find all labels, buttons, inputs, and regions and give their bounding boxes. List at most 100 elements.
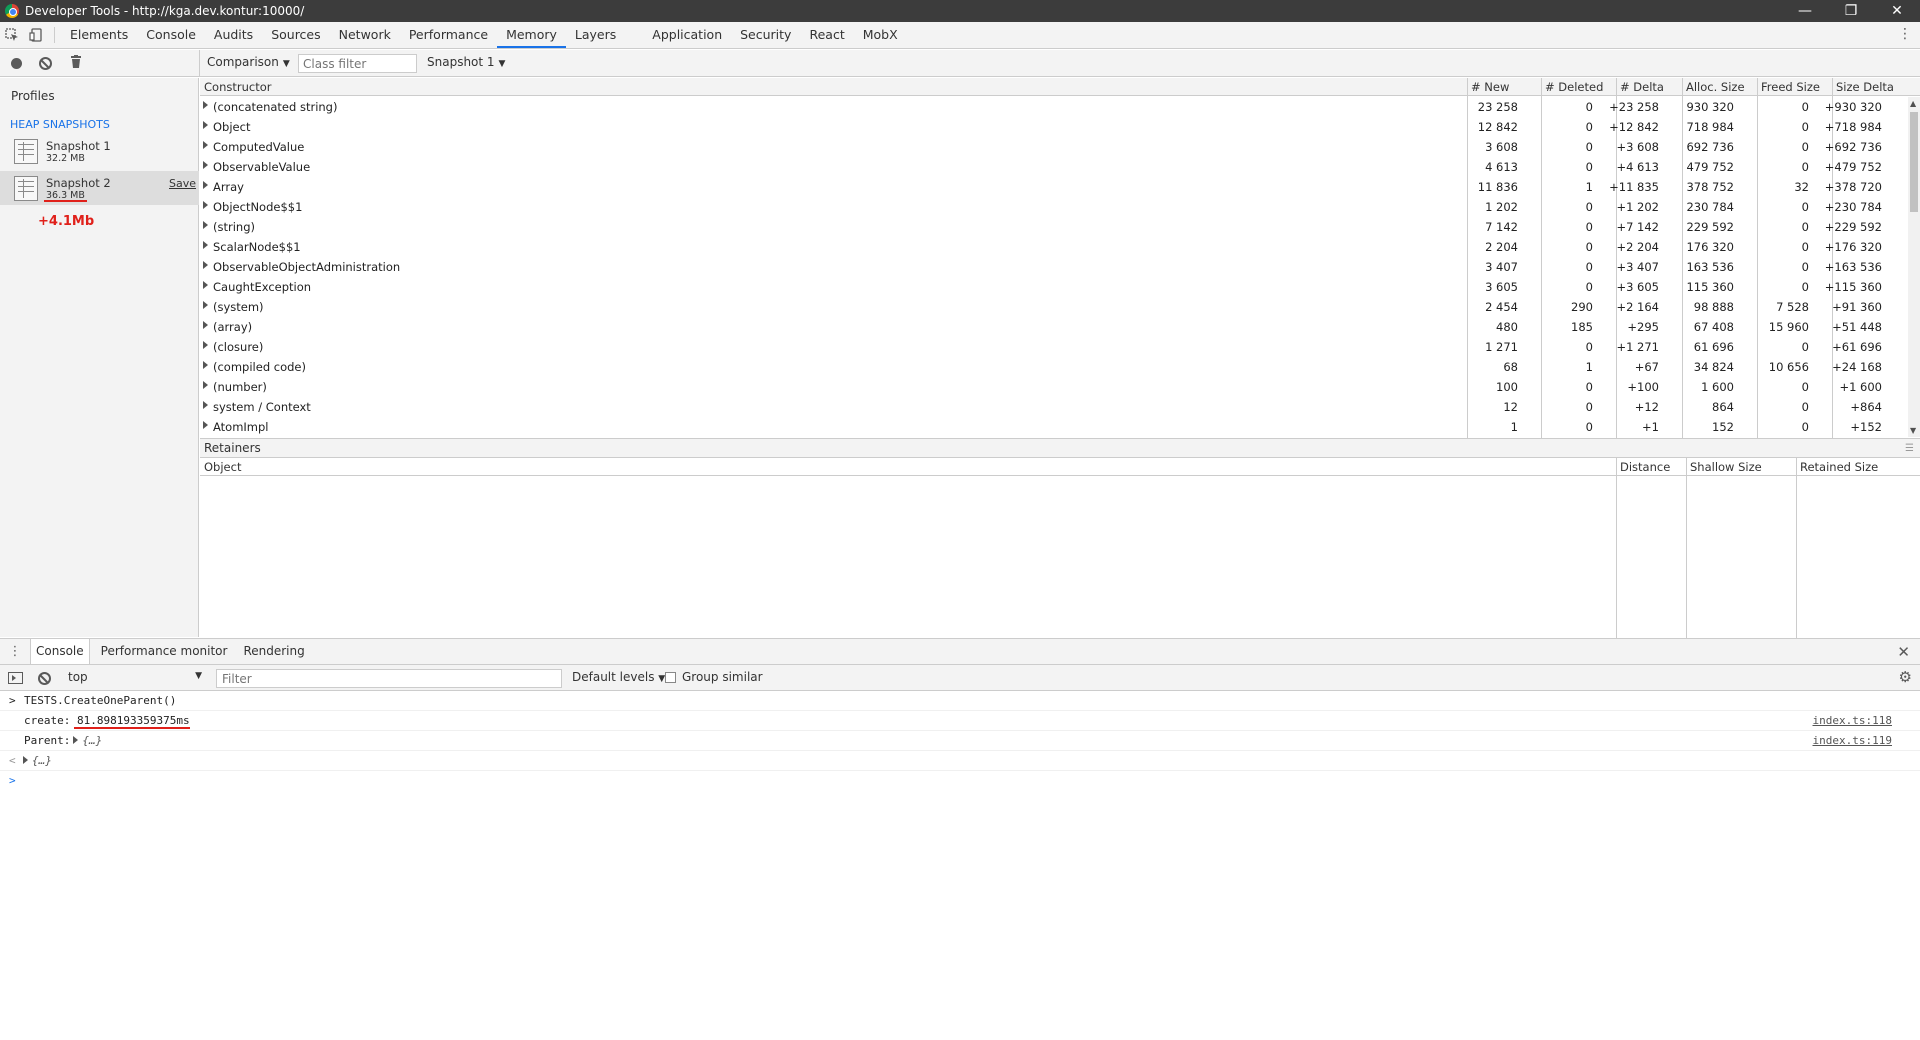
column-object[interactable]: Object <box>204 460 241 474</box>
tab-layers[interactable]: Layers <box>566 22 625 48</box>
expand-triangle-icon[interactable] <box>203 101 208 109</box>
table-row[interactable]: (number) 100 0 +100 1 600 0 +1 600 <box>200 377 1900 397</box>
clear-console-icon[interactable] <box>38 672 51 685</box>
tab-audits[interactable]: Audits <box>205 22 262 48</box>
table-scrollbar[interactable]: ▲ ▼ <box>1908 97 1920 437</box>
expand-triangle-icon[interactable] <box>203 121 208 129</box>
expand-triangle-icon[interactable] <box>203 381 208 389</box>
column-deleted[interactable]: # Deleted <box>1545 80 1603 94</box>
table-row[interactable]: Object 12 842 0 +12 842 718 984 0 +718 984 <box>200 117 1900 137</box>
column-freed-size[interactable]: Freed Size <box>1761 80 1820 94</box>
table-row[interactable]: (concatenated string) 23 258 0 +23 258 930 3… <box>200 97 1900 117</box>
device-toolbar-icon[interactable] <box>24 22 48 48</box>
expand-triangle-icon[interactable] <box>203 221 208 229</box>
object-preview[interactable]: {…} <box>82 734 102 747</box>
tab-application[interactable]: Application <box>643 22 731 48</box>
expand-triangle-icon[interactable] <box>203 341 208 349</box>
inspect-element-icon[interactable] <box>0 22 24 48</box>
size-delta: +61 696 <box>1832 340 1882 354</box>
group-similar-toggle[interactable]: Group similar <box>665 670 763 684</box>
context-select[interactable]: top ▼ <box>68 670 202 687</box>
close-window-icon[interactable]: ✕ <box>1874 0 1920 22</box>
column-shallow-size[interactable]: Shallow Size <box>1690 460 1762 474</box>
alloc-size: 152 <box>1712 420 1734 434</box>
table-row[interactable]: ObservableObjectAdministration 3 407 0 +3 4… <box>200 257 1900 277</box>
expand-triangle-icon[interactable] <box>203 261 208 269</box>
more-options-icon[interactable]: ⋮ <box>1898 26 1912 42</box>
restore-icon[interactable]: ❐ <box>1828 0 1874 22</box>
class-filter-input[interactable] <box>298 54 417 73</box>
table-row[interactable]: (string) 7 142 0 +7 142 229 592 0 +229 592 <box>200 217 1900 237</box>
tab-elements[interactable]: Elements <box>61 22 137 48</box>
table-row[interactable]: Array 11 836 1 +11 835 378 752 32 +378 720 <box>200 177 1900 197</box>
column-retained-size[interactable]: Retained Size <box>1800 460 1878 474</box>
minimize-icon[interactable]: — <box>1782 0 1828 22</box>
expand-triangle-icon[interactable] <box>203 161 208 169</box>
log-levels-select[interactable]: Default levels ▼ <box>572 670 665 684</box>
table-row[interactable]: (array) 480 185 +295 67 408 15 960 +51 448 <box>200 317 1900 337</box>
table-row[interactable]: ObservableValue 4 613 0 +4 613 479 752 0 +479 … <box>200 157 1900 177</box>
expand-triangle-icon[interactable] <box>203 281 208 289</box>
resize-grip-icon[interactable]: ☰ <box>1905 443 1914 454</box>
trash-icon[interactable] <box>70 54 82 72</box>
column-size-delta[interactable]: Size Delta <box>1836 80 1894 94</box>
expand-triangle-icon[interactable] <box>203 141 208 149</box>
drawer-tab-rendering[interactable]: Rendering <box>238 639 309 664</box>
table-row[interactable]: ObjectNode$$1 1 202 0 +1 202 230 784 0 +230 78… <box>200 197 1900 217</box>
expand-triangle-icon[interactable] <box>203 401 208 409</box>
tab-security[interactable]: Security <box>731 22 800 48</box>
expand-triangle-icon[interactable] <box>203 421 208 429</box>
column-delta[interactable]: # Delta <box>1620 80 1664 94</box>
console-prompt-line[interactable]: > <box>0 771 1920 791</box>
view-mode-select[interactable]: Comparison ▼ <box>207 55 290 69</box>
save-snapshot-link[interactable]: Save <box>169 177 196 190</box>
console-sidebar-icon[interactable] <box>8 672 23 684</box>
expand-triangle-icon[interactable] <box>203 241 208 249</box>
expand-triangle-icon[interactable] <box>203 301 208 309</box>
drawer-tab-performance-monitor[interactable]: Performance monitor <box>96 639 233 664</box>
expand-triangle-icon[interactable] <box>23 756 28 764</box>
scroll-up-icon[interactable]: ▲ <box>1910 99 1916 108</box>
column-new[interactable]: # New <box>1471 80 1509 94</box>
snapshot-item-selected[interactable]: Snapshot 2 36.3 MB Save <box>0 171 199 205</box>
tab-console[interactable]: Console <box>137 22 205 48</box>
snapshot-item[interactable]: Snapshot 1 32.2 MB <box>0 134 199 168</box>
expand-triangle-icon[interactable] <box>203 181 208 189</box>
table-row[interactable]: (system) 2 454 290 +2 164 98 888 7 528 +91 360 <box>200 297 1900 317</box>
tab-sources[interactable]: Sources <box>262 22 329 48</box>
column-distance[interactable]: Distance <box>1620 460 1670 474</box>
source-link[interactable]: index.ts:118 <box>1813 714 1892 727</box>
object-preview[interactable]: {…} <box>32 754 52 767</box>
tab-memory[interactable]: Memory <box>497 22 566 48</box>
scroll-down-icon[interactable]: ▼ <box>1910 426 1916 435</box>
close-drawer-icon[interactable]: ✕ <box>1897 643 1910 661</box>
table-row[interactable]: CaughtException 3 605 0 +3 605 115 360 0 +115 … <box>200 277 1900 297</box>
source-link[interactable]: index.ts:119 <box>1813 734 1892 747</box>
table-row[interactable]: (compiled code) 68 1 +67 34 824 10 656 +24 168 <box>200 357 1900 377</box>
drawer-menu-icon[interactable]: ⋮ <box>0 644 30 659</box>
gear-icon[interactable]: ⚙ <box>1899 668 1912 686</box>
drawer-tab-console[interactable]: Console <box>30 639 90 664</box>
clear-profiles-icon[interactable] <box>39 56 52 70</box>
group-similar-checkbox[interactable] <box>665 671 676 683</box>
column-alloc-size[interactable]: Alloc. Size <box>1686 80 1745 94</box>
alloc-size: 718 984 <box>1686 120 1734 134</box>
expand-triangle-icon[interactable] <box>203 361 208 369</box>
record-icon[interactable] <box>11 57 22 69</box>
table-row[interactable]: AtomImpl 1 0 +1 152 0 +152 <box>200 417 1900 437</box>
table-row[interactable]: ComputedValue 3 608 0 +3 608 692 736 0 +692 73… <box>200 137 1900 157</box>
tab-react[interactable]: React <box>800 22 853 48</box>
tab-performance[interactable]: Performance <box>400 22 497 48</box>
expand-triangle-icon[interactable] <box>73 736 79 744</box>
tab-network[interactable]: Network <box>330 22 400 48</box>
table-row[interactable]: system / Context 12 0 +12 864 0 +864 <box>200 397 1900 417</box>
table-row[interactable]: (closure) 1 271 0 +1 271 61 696 0 +61 696 <box>200 337 1900 357</box>
expand-triangle-icon[interactable] <box>203 201 208 209</box>
column-constructor[interactable]: Constructor <box>204 80 271 94</box>
base-snapshot-select[interactable]: Snapshot 1 ▼ <box>427 55 505 69</box>
console-filter-input[interactable] <box>216 669 562 688</box>
tab-mobx[interactable]: MobX <box>854 22 907 48</box>
table-row[interactable]: ScalarNode$$1 2 204 0 +2 204 176 320 0 +176 32… <box>200 237 1900 257</box>
expand-triangle-icon[interactable] <box>203 321 208 329</box>
scrollbar-thumb[interactable] <box>1910 112 1918 212</box>
